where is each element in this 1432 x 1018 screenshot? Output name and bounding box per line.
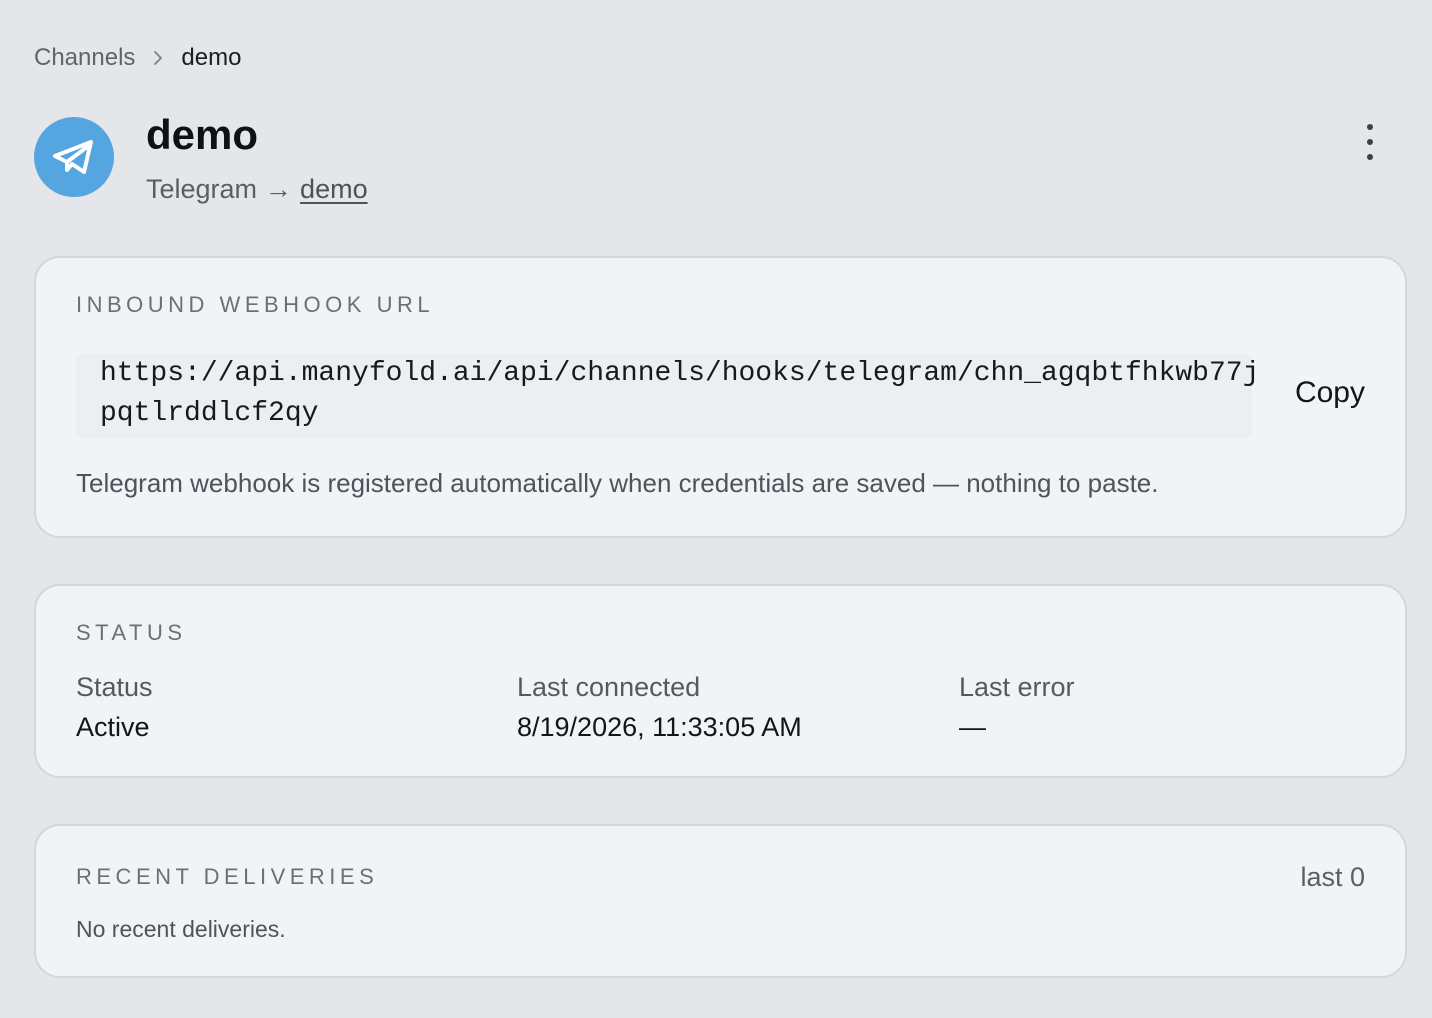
more-options-icon[interactable] [1362, 124, 1378, 160]
status-section-label: STATUS [76, 620, 187, 645]
status-field: Status Active [76, 670, 153, 744]
telegram-icon [34, 117, 114, 197]
breadcrumb-current: demo [181, 44, 242, 71]
target-link[interactable]: demo [300, 172, 368, 206]
last-error-value: — [959, 712, 986, 742]
provider-name: Telegram [146, 174, 258, 204]
status-badge: Active [76, 712, 150, 742]
arrow-right-icon: → [265, 174, 293, 204]
channel-detail-page: Channels demo demo Telegram → demo INBOU… [0, 0, 1432, 1018]
last-connected-field: Last connected 8/19/2026, 11:33:05 AM [517, 670, 802, 744]
last-error-label: Last error [959, 672, 1075, 702]
last-connected-label: Last connected [517, 672, 701, 702]
breadcrumb-channels-link[interactable]: Channels [34, 44, 135, 72]
deliveries-count: last 0 [1300, 862, 1365, 892]
copy-button[interactable]: Copy [1295, 376, 1365, 410]
webhook-card: INBOUND WEBHOOK URL https://api.manyfold… [34, 256, 1407, 538]
channel-header: demo Telegram → demo [34, 112, 1398, 212]
status-field-label: Status [76, 672, 153, 702]
page-title: demo [146, 111, 259, 158]
chevron-right-icon [135, 50, 181, 66]
webhook-section-label: INBOUND WEBHOOK URL [76, 292, 435, 317]
webhook-hint: Telegram webhook is registered automatic… [76, 468, 1159, 498]
deliveries-card: RECENT DELIVERIES last 0 No recent deliv… [34, 824, 1407, 978]
status-card: STATUS Status Active Last connected 8/19… [34, 584, 1407, 778]
last-connected-value: 8/19/2026, 11:33:05 AM [517, 712, 802, 742]
last-error-field: Last error — [959, 670, 1075, 744]
deliveries-empty-text: No recent deliveries. [76, 916, 286, 942]
breadcrumb: Channels demo [34, 42, 241, 74]
channel-subtitle: Telegram → demo [146, 172, 368, 206]
webhook-url-box: https://api.manyfold.ai/api/channels/hoo… [76, 354, 1259, 438]
deliveries-section-label: RECENT DELIVERIES [76, 864, 379, 889]
webhook-url[interactable]: https://api.manyfold.ai/api/channels/hoo… [100, 354, 1260, 434]
